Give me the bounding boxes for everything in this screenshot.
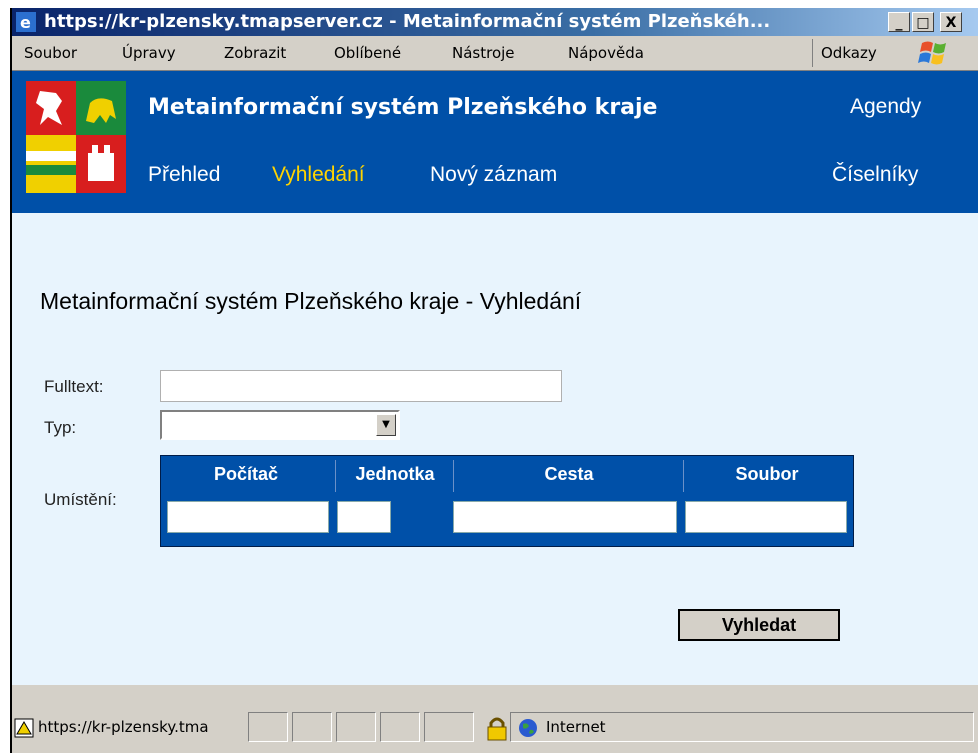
header-pocitac: Počítač [213,464,279,484]
header-cesta: Cesta [544,464,594,484]
cesta-input[interactable] [453,501,677,533]
nav-vyhledani[interactable]: Vyhledání [272,163,365,187]
close-button[interactable]: X [940,12,962,32]
chevron-down-icon[interactable]: ▼ [376,414,396,436]
header-jednotka: Jednotka [355,464,435,484]
globe-icon [519,719,537,737]
page-status-icon [14,718,34,738]
menu-nastroje[interactable]: Nástroje [452,44,515,62]
browser-window: e https://kr-plzensky.tmapserver.cz - Me… [10,8,978,753]
status-pane [380,712,420,742]
ie-icon: e [16,12,36,32]
jednotka-input[interactable] [337,501,391,533]
fulltext-input[interactable] [160,370,562,402]
title-bar: e https://kr-plzensky.tmapserver.cz - Me… [12,8,978,36]
status-pane [248,712,288,742]
minimize-button[interactable]: _ [888,12,910,32]
column-divider [335,460,336,492]
location-label: Umístění: [44,490,117,509]
zone-label: Internet [546,718,606,736]
type-label: Typ: [44,418,77,437]
links-button[interactable]: Odkazy [812,39,890,67]
status-bar: https://kr-plzensky.tma Internet [12,685,978,753]
soubor-input[interactable] [685,501,847,533]
region-crest-icon [26,81,126,193]
fulltext-label: Fulltext: [44,377,104,396]
svg-text:e: e [20,13,31,32]
lock-icon [487,717,507,741]
page-content: Metainformační systém Plzeňského kraje -… [12,213,978,685]
nav-prehled[interactable]: Přehled [148,163,220,187]
menu-upravy[interactable]: Úpravy [122,44,176,62]
type-select[interactable]: ▼ [160,410,400,440]
column-divider [453,460,454,492]
nav-ciselniky[interactable]: Číselníky [832,163,918,187]
nav-novy-zaznam[interactable]: Nový záznam [430,163,557,187]
pocitac-input[interactable] [167,501,329,533]
menu-zobrazit[interactable]: Zobrazit [224,44,286,62]
nav-agendy[interactable]: Agendy [850,95,921,119]
menu-oblibene[interactable]: Oblíbené [334,44,401,62]
windows-logo-icon [918,41,946,65]
status-pane [336,712,376,742]
status-pane [424,712,474,742]
search-button[interactable]: Vyhledat [678,609,840,641]
page-title: Metainformační systém Plzeňského kraje -… [40,288,582,314]
window-title: https://kr-plzensky.tmapserver.cz - Meta… [44,11,771,32]
menu-napoveda[interactable]: Nápověda [568,44,644,62]
status-url: https://kr-plzensky.tma [38,718,209,736]
site-title: Metainformační systém Plzeňského kraje [148,95,658,120]
site-header: Metainformační systém Plzeňského kraje P… [12,71,978,213]
menu-soubor[interactable]: Soubor [24,44,77,62]
header-soubor: Soubor [735,464,799,484]
maximize-button[interactable]: □ [912,12,934,32]
column-divider [683,460,684,492]
menu-bar: Soubor Úpravy Zobrazit Oblíbené Nástroje… [12,36,978,71]
location-table: Počítač Jednotka Cesta Soubor [160,455,854,547]
status-pane [292,712,332,742]
